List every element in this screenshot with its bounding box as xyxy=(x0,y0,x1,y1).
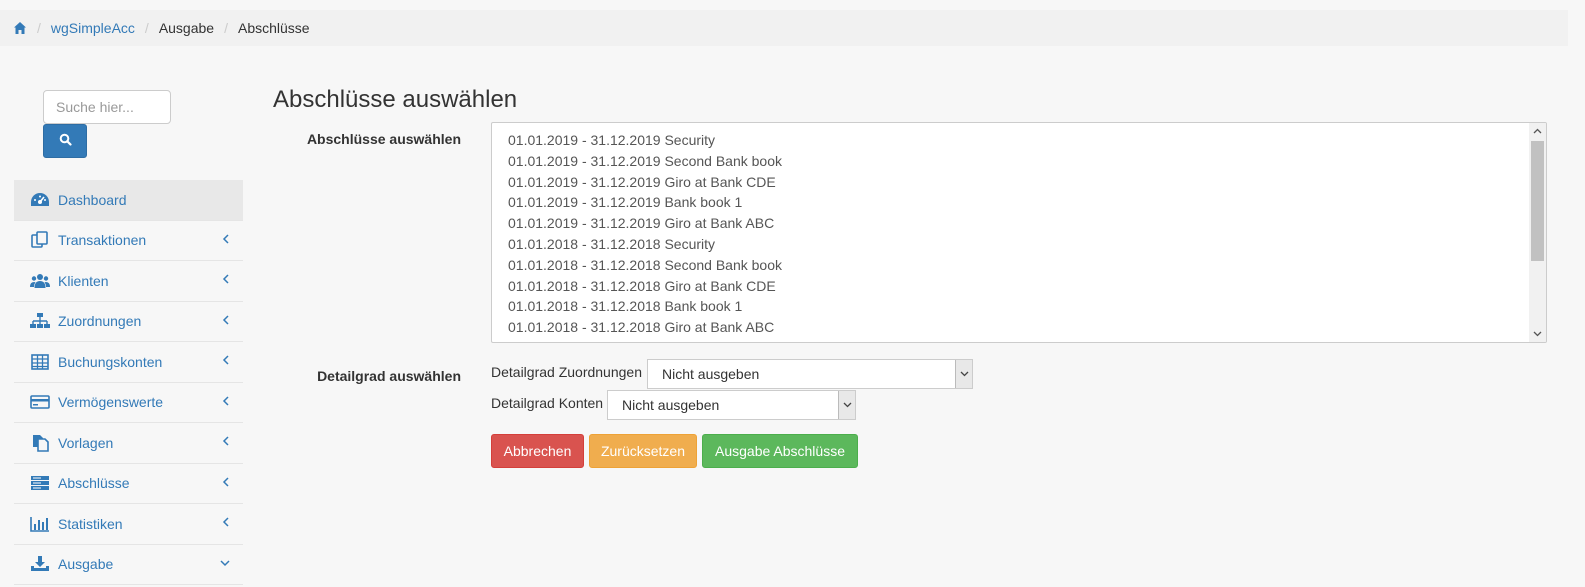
closing-option[interactable]: 01.01.2019 - 31.12.2019 Security xyxy=(508,130,1546,151)
sidebar-item-ausgabe[interactable]: Ausgabe xyxy=(14,545,243,585)
closing-option[interactable]: 01.01.2019 - 31.12.2019 Giro at Bank CDE xyxy=(508,172,1546,193)
chevron-left-icon xyxy=(222,476,229,487)
server-icon xyxy=(30,474,50,492)
sidebar-item-transaktionen[interactable]: Transaktionen xyxy=(14,221,243,261)
sidebar-item-abschluesse[interactable]: Abschlüsse xyxy=(14,464,243,504)
detail-accounts-label: Detailgrad Konten xyxy=(491,395,604,411)
closing-option[interactable]: 01.01.2018 - 31.12.2018 Security xyxy=(508,234,1546,255)
table-icon xyxy=(30,353,50,371)
bar-chart-icon xyxy=(30,515,50,533)
search-input[interactable] xyxy=(43,90,171,124)
closing-options-list: 01.01.2019 - 31.12.2019 Security 01.01.2… xyxy=(492,123,1546,338)
closing-option[interactable]: 01.01.2019 - 31.12.2019 Bank book 1 xyxy=(508,192,1546,213)
chevron-left-icon xyxy=(222,517,229,527)
files-icon xyxy=(30,434,50,452)
chevron-left-icon xyxy=(222,395,229,406)
breadcrumb-separator: / xyxy=(224,20,228,36)
closing-multiselect[interactable]: 01.01.2019 - 31.12.2019 Security 01.01.2… xyxy=(491,122,1547,343)
credit-card-icon xyxy=(30,393,50,411)
chevron-down-icon xyxy=(220,559,230,566)
download-icon xyxy=(30,555,50,573)
chevron-down-icon xyxy=(838,391,855,419)
sidebar-item-label: Zuordnungen xyxy=(58,313,142,330)
sidebar-nav: Dashboard Transaktionen Klienten Zuordnu… xyxy=(14,180,243,585)
users-icon xyxy=(30,272,50,290)
chevron-left-icon xyxy=(222,314,229,325)
breadcrumb-separator: / xyxy=(37,20,41,36)
sidebar-item-vorlagen[interactable]: Vorlagen xyxy=(14,423,243,464)
chevron-left-icon xyxy=(222,436,229,446)
detail-level-label: Detailgrad auswählen xyxy=(317,368,461,384)
sidebar-item-zuordnungen[interactable]: Zuordnungen xyxy=(14,302,243,342)
submit-closings-button[interactable]: Ausgabe Abschlüsse xyxy=(702,434,858,468)
closing-option[interactable]: 01.01.2019 - 31.12.2019 Second Bank book xyxy=(508,151,1546,172)
scroll-up-icon[interactable] xyxy=(1533,128,1542,134)
sidebar-item-label: Klienten xyxy=(58,272,109,289)
breadcrumb-item-ausgabe: Ausgabe xyxy=(158,20,215,36)
chevron-left-icon xyxy=(222,355,229,365)
listbox-scrollbar[interactable] xyxy=(1529,123,1546,342)
closing-option[interactable]: 01.01.2018 - 31.12.2018 Giro at Bank CDE xyxy=(508,276,1546,297)
sidebar-item-label: Statistiken xyxy=(58,515,123,532)
chevron-down-icon xyxy=(955,360,972,388)
detail-assignments-value: Nicht ausgeben xyxy=(662,366,760,382)
detail-accounts-select[interactable]: Nicht ausgeben xyxy=(607,390,856,420)
closing-option[interactable]: 01.01.2018 - 31.12.2018 Giro at Bank ABC xyxy=(508,317,1546,338)
breadcrumb-item-current: Abschlüsse xyxy=(237,20,310,36)
closing-option[interactable]: 01.01.2018 - 31.12.2018 Bank book 1 xyxy=(508,296,1546,317)
sidebar-item-label: Vermögenswerte xyxy=(58,394,164,411)
sidebar-item-label: Dashboard xyxy=(58,191,127,208)
chevron-left-icon xyxy=(222,274,229,284)
dashboard-icon xyxy=(30,191,50,209)
detail-accounts-value: Nicht ausgeben xyxy=(622,397,720,413)
sidebar-item-klienten[interactable]: Klienten xyxy=(14,261,243,302)
breadcrumb-separator: / xyxy=(144,20,149,36)
search-button[interactable] xyxy=(43,124,87,158)
scroll-down-icon[interactable] xyxy=(1533,331,1542,337)
sidebar-item-label: Abschlüsse xyxy=(58,475,130,492)
copy-icon xyxy=(30,231,50,249)
sidebar-item-vermoegenswerte[interactable]: Vermögenswerte xyxy=(14,383,243,423)
breadcrumb-link-wgsimpleacc[interactable]: wgSimpleAcc xyxy=(51,20,135,36)
closing-select-label: Abschlüsse auswählen xyxy=(306,131,461,147)
breadcrumb: / wgSimpleAcc / Ausgabe / Abschlüsse xyxy=(0,10,1568,46)
sidebar-item-buchungskonten[interactable]: Buchungskonten xyxy=(14,342,243,383)
sidebar-item-label: Ausgabe xyxy=(58,556,114,573)
sidebar-item-label: Vorlagen xyxy=(58,434,114,451)
closing-option[interactable]: 01.01.2018 - 31.12.2018 Second Bank book xyxy=(508,255,1546,276)
detail-assignments-label: Detailgrad Zuordnungen xyxy=(491,364,642,380)
detail-assignments-select[interactable]: Nicht ausgeben xyxy=(647,359,973,389)
closing-option[interactable]: 01.01.2019 - 31.12.2019 Giro at Bank ABC xyxy=(508,213,1546,234)
chevron-left-icon xyxy=(222,233,229,244)
sidebar-item-label: Transaktionen xyxy=(58,232,147,249)
sidebar-item-statistiken[interactable]: Statistiken xyxy=(14,504,243,545)
cancel-button[interactable]: Abbrechen xyxy=(491,434,584,468)
reset-button[interactable]: Zurücksetzen xyxy=(589,434,697,468)
scrollbar-thumb[interactable] xyxy=(1531,141,1544,261)
home-icon[interactable] xyxy=(13,21,27,35)
sitemap-icon xyxy=(30,312,50,330)
sidebar-item-dashboard[interactable]: Dashboard xyxy=(14,180,243,221)
search-icon xyxy=(59,133,72,149)
sidebar-item-label: Buchungskonten xyxy=(58,353,163,370)
page-title: Abschlüsse auswählen xyxy=(273,86,518,113)
